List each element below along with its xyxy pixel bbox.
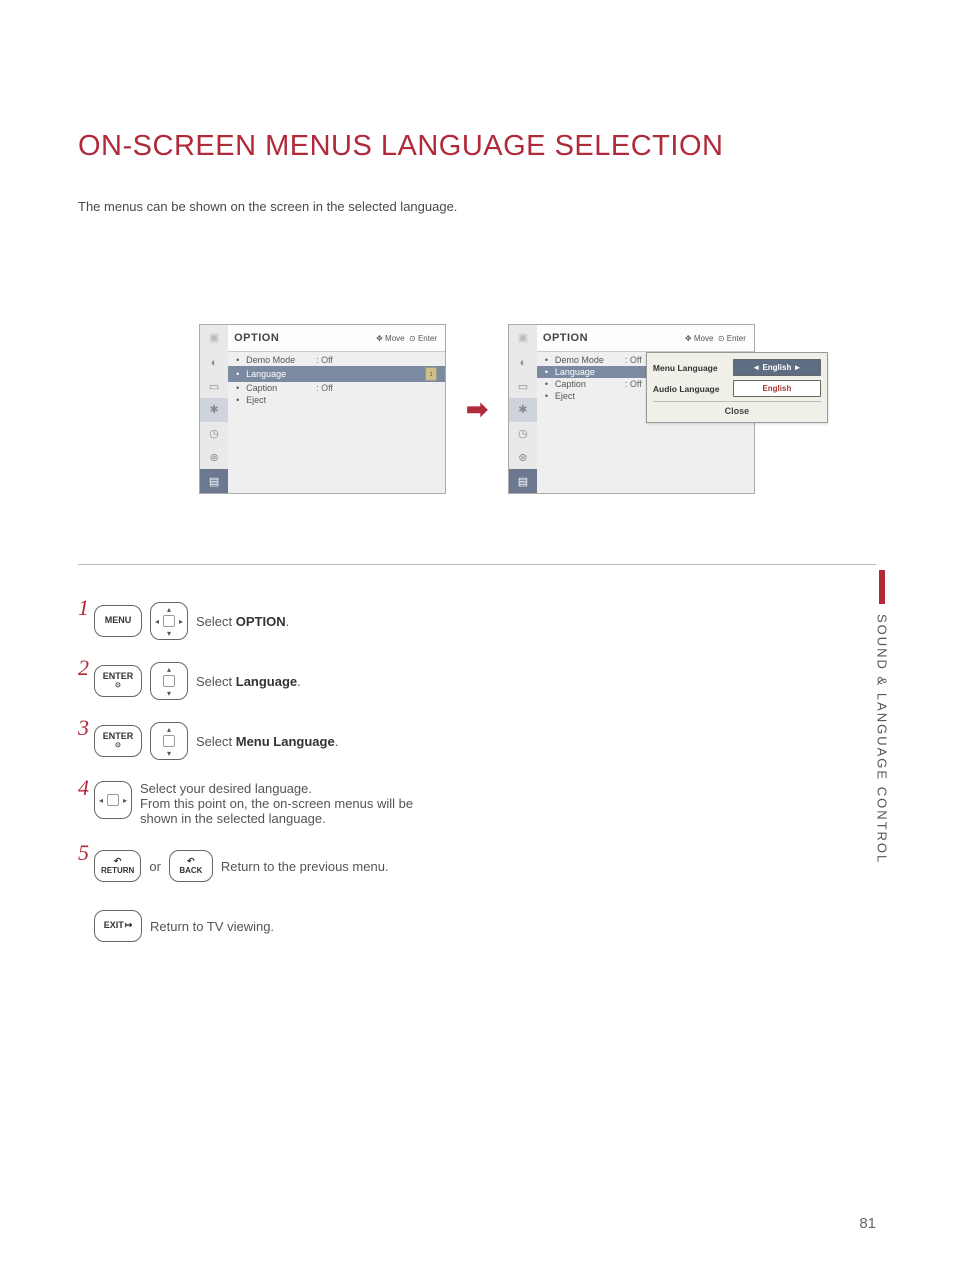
remote-navpad: ◂▸	[94, 781, 132, 819]
spinner-icon: ↕	[425, 367, 437, 381]
remote-navpad: ▴◂▸▾	[150, 602, 188, 640]
step-1: 1 MENU ▴◂▸▾ Select OPTION.	[78, 601, 876, 641]
osd-header: OPTION ✥ Move ⊙ Enter	[537, 325, 754, 352]
step-text: Select OPTION.	[196, 614, 289, 629]
osd-icon: ▭	[509, 374, 537, 398]
osd-icon-strip: ▣ ◐ ▭ ✱ ◷ ⊛ ▤	[509, 325, 537, 493]
step-text: Return to the previous menu.	[221, 859, 389, 874]
step-3: 3 ENTER⊙ ▴▾ Select Menu Language.	[78, 721, 876, 761]
osd-header-title: OPTION	[234, 332, 279, 344]
popup-close: Close	[653, 401, 821, 416]
popup-audio-lang-label: Audio Language	[653, 384, 720, 394]
osd-icon: ◷	[509, 422, 537, 446]
step-text: Select Menu Language.	[196, 734, 338, 749]
side-tab-label: SOUND & LANGUAGE CONTROL	[875, 614, 890, 864]
popup-menu-lang-label: Menu Language	[653, 363, 718, 373]
osd-icon: ▤	[509, 469, 537, 493]
osd-list: •Demo Mode: Off •Language ↕ •Caption: Of…	[228, 352, 445, 493]
osd-panel-right-wrap: ▣ ◐ ▭ ✱ ◷ ⊛ ▤ OPTION ✥ Move ⊙ Enter •Dem…	[508, 324, 755, 494]
step-4: 4 ◂▸ Select your desired language. From …	[78, 781, 876, 826]
osd-icon: ▤	[200, 469, 228, 493]
osd-row: •Demo Mode: Off	[228, 354, 445, 366]
osd-row-selected: •Language ↕	[228, 366, 445, 382]
step-text: Return to TV viewing.	[150, 919, 274, 934]
step-5: 5 ↶RETURN or ↶BACK Return to the previou…	[78, 846, 876, 886]
divider	[78, 564, 876, 565]
step-text: Select your desired language. From this …	[140, 781, 440, 826]
remote-navpad: ▴▾	[150, 722, 188, 760]
side-tab: SOUND & LANGUAGE CONTROL	[870, 570, 894, 900]
side-tab-bar	[879, 570, 885, 604]
osd-icon: ◷	[200, 422, 228, 446]
osd-icon: ◐	[200, 351, 228, 375]
osd-header: OPTION ✥ Move ⊙ Enter	[228, 325, 445, 352]
osd-icon-strip: ▣ ◐ ▭ ✱ ◷ ⊛ ▤	[200, 325, 228, 493]
steps: 1 MENU ▴◂▸▾ Select OPTION. 2 ENTER⊙ ▴▾ S…	[78, 601, 876, 946]
osd-header-title: OPTION	[543, 332, 588, 344]
osd-icon: ◐	[509, 351, 537, 375]
page-number: 81	[859, 1215, 876, 1232]
osd-icon: ▭	[200, 374, 228, 398]
popup-menu-lang-value: ◄ English ►	[733, 359, 821, 376]
step-number: 2	[78, 655, 92, 681]
step-2: 2 ENTER⊙ ▴▾ Select Language.	[78, 661, 876, 701]
osd-icon: ▣	[200, 325, 228, 351]
step-number: 3	[78, 715, 92, 741]
step-number: 1	[78, 595, 92, 621]
page-title: ON-SCREEN MENUS LANGUAGE SELECTION	[78, 130, 876, 163]
language-popup: Menu Language ◄ English ► Audio Language…	[646, 352, 828, 423]
remote-navpad: ▴▾	[150, 662, 188, 700]
remote-enter-button: ENTER⊙	[94, 725, 142, 757]
remote-back-button: ↶BACK	[169, 850, 213, 882]
remote-menu-button: MENU	[94, 605, 142, 637]
osd-icon: ✱	[200, 398, 228, 422]
osd-row: •Caption: Off	[228, 382, 445, 394]
osd-illustration-row: ▣ ◐ ▭ ✱ ◷ ⊛ ▤ OPTION ✥ Move ⊙ Enter •Dem…	[78, 324, 876, 494]
osd-icon: ⊛	[509, 446, 537, 470]
osd-icon: ▣	[509, 325, 537, 351]
osd-header-hint: ✥ Move ⊙ Enter	[685, 334, 746, 343]
remote-return-button: ↶RETURN	[94, 850, 141, 882]
step-exit: 6 EXIT↦ Return to TV viewing.	[78, 906, 876, 946]
osd-header-hint: ✥ Move ⊙ Enter	[376, 334, 437, 343]
osd-icon: ✱	[509, 398, 537, 422]
arrow-icon: ➡	[466, 394, 488, 425]
or-text: or	[149, 859, 161, 874]
popup-audio-lang-value: English	[733, 380, 821, 397]
manual-page: ON-SCREEN MENUS LANGUAGE SELECTION The m…	[0, 0, 954, 1272]
osd-row: •Eject	[228, 394, 445, 406]
remote-exit-button: EXIT↦	[94, 910, 142, 942]
step-number: 5	[78, 840, 92, 866]
step-number: 4	[78, 775, 92, 801]
osd-icon: ⊛	[200, 446, 228, 470]
remote-enter-button: ENTER⊙	[94, 665, 142, 697]
step-text: Select Language.	[196, 674, 301, 689]
page-subtitle: The menus can be shown on the screen in …	[78, 199, 876, 214]
osd-panel-left: ▣ ◐ ▭ ✱ ◷ ⊛ ▤ OPTION ✥ Move ⊙ Enter •Dem…	[199, 324, 446, 494]
